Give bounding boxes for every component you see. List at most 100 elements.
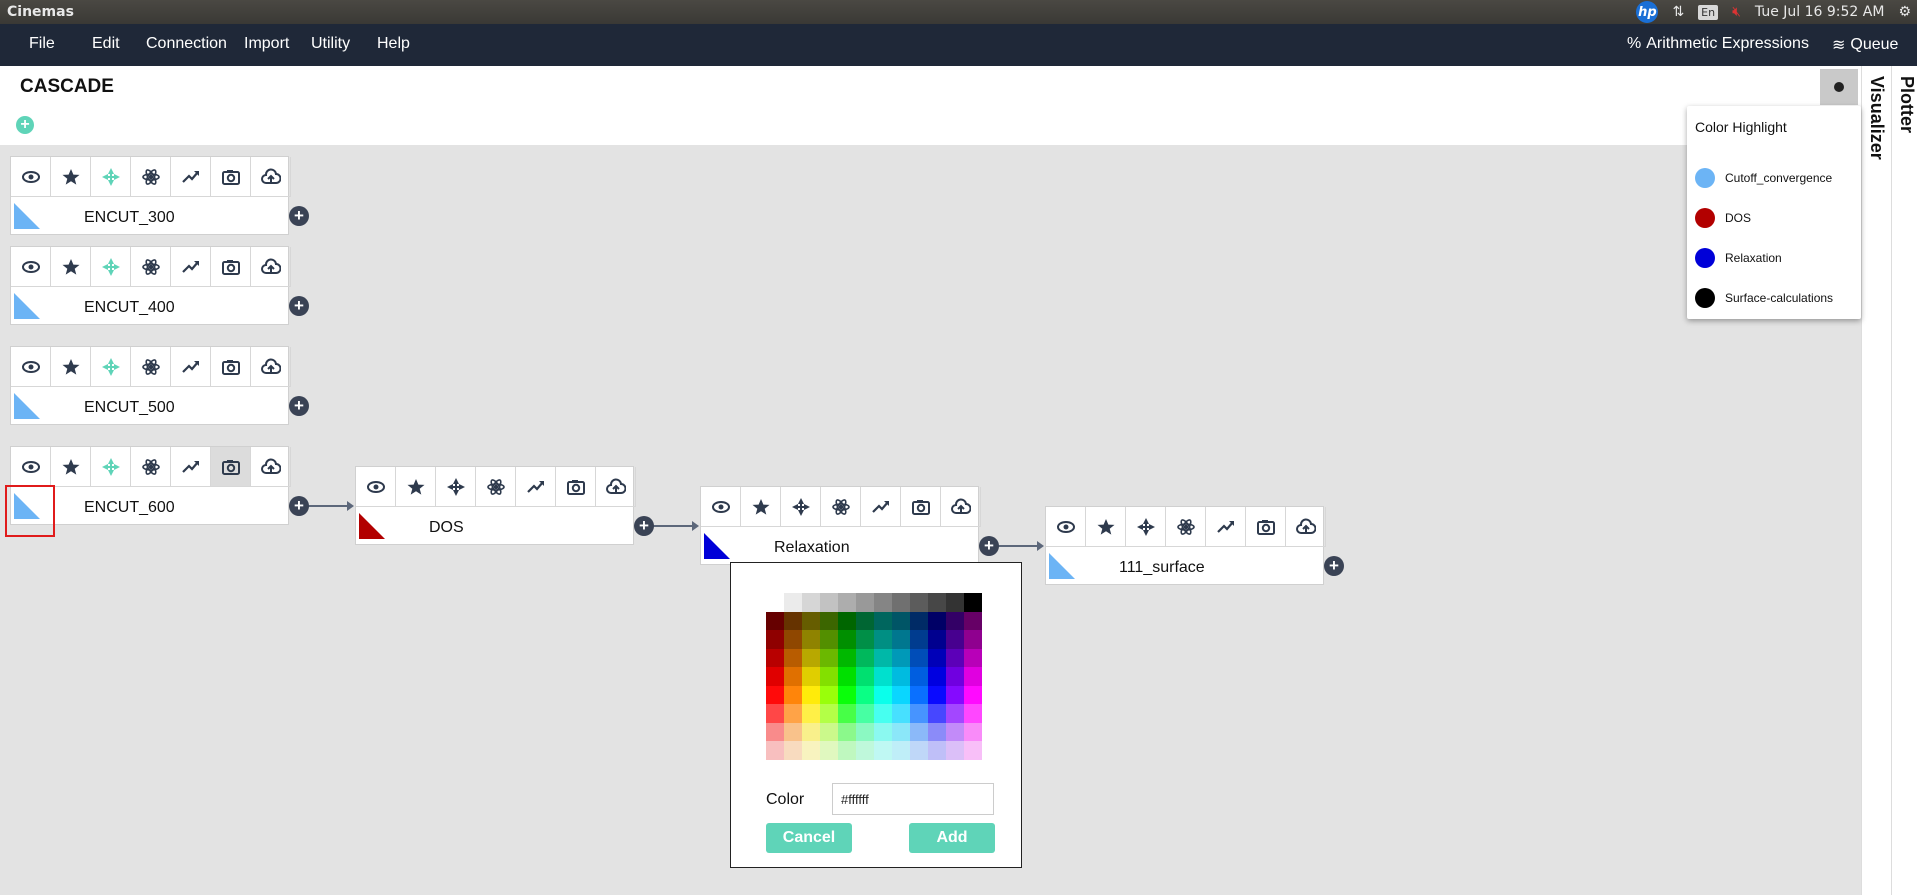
color-swatch[interactable]	[892, 630, 910, 649]
camera-button[interactable]	[901, 487, 941, 527]
menu-import[interactable]: Import	[244, 35, 289, 53]
node-color-triangle[interactable]	[704, 533, 730, 559]
node-add-child-button[interactable]: +	[289, 496, 309, 516]
color-swatch[interactable]	[802, 611, 820, 630]
clock[interactable]: Tue Jul 16 9:52 AM	[1755, 4, 1885, 20]
color-swatch[interactable]	[820, 685, 838, 704]
color-swatch[interactable]	[892, 704, 910, 723]
node-add-child-button[interactable]: +	[634, 516, 654, 536]
highlight-item-dos[interactable]: DOS	[1695, 208, 1751, 228]
color-swatch[interactable]	[766, 722, 784, 741]
color-swatch[interactable]	[964, 630, 982, 649]
color-swatch[interactable]	[766, 593, 784, 612]
queue-button[interactable]: ≋ Queue	[1832, 35, 1898, 55]
color-swatch[interactable]	[766, 741, 784, 760]
highlight-item-surface-calculations[interactable]: Surface-calculations	[1695, 288, 1833, 308]
color-swatch[interactable]	[820, 704, 838, 723]
settings-gear-icon[interactable]: ⚙	[1898, 4, 1911, 20]
color-swatch[interactable]	[802, 648, 820, 667]
move-button[interactable]	[91, 347, 131, 387]
color-swatch[interactable]	[874, 741, 892, 760]
color-swatch[interactable]	[910, 685, 928, 704]
menu-help[interactable]: Help	[377, 35, 410, 53]
color-swatch[interactable]	[838, 722, 856, 741]
color-swatch[interactable]	[838, 685, 856, 704]
network-icon[interactable]: ⇅	[1672, 4, 1684, 20]
color-swatch[interactable]	[874, 593, 892, 612]
color-swatch[interactable]	[964, 704, 982, 723]
color-swatch[interactable]	[946, 722, 964, 741]
color-swatch[interactable]	[784, 593, 802, 612]
camera-button[interactable]	[211, 347, 251, 387]
menu-file[interactable]: File	[29, 35, 55, 53]
cancel-button[interactable]: Cancel	[766, 823, 852, 853]
color-swatch[interactable]	[802, 741, 820, 760]
color-swatch[interactable]	[964, 741, 982, 760]
eye-button[interactable]	[11, 347, 51, 387]
color-swatch[interactable]	[856, 648, 874, 667]
color-swatch[interactable]	[802, 593, 820, 612]
color-swatch[interactable]	[766, 630, 784, 649]
trend-button[interactable]	[1206, 507, 1246, 547]
color-swatch[interactable]	[766, 611, 784, 630]
color-swatch[interactable]	[946, 593, 964, 612]
keyboard-layout-indicator[interactable]: En	[1698, 4, 1719, 20]
node-color-triangle[interactable]	[359, 513, 385, 539]
color-swatch[interactable]	[946, 648, 964, 667]
menu-edit[interactable]: Edit	[92, 35, 120, 53]
star-button[interactable]	[51, 157, 91, 197]
color-swatch[interactable]	[892, 685, 910, 704]
node-color-triangle[interactable]	[14, 203, 40, 229]
color-swatch[interactable]	[910, 722, 928, 741]
color-swatch[interactable]	[928, 667, 946, 686]
color-swatch[interactable]	[820, 722, 838, 741]
node-add-child-button[interactable]: +	[979, 536, 999, 556]
atom-button[interactable]	[131, 447, 171, 487]
color-swatch[interactable]	[856, 741, 874, 760]
color-swatch[interactable]	[946, 741, 964, 760]
node-color-triangle[interactable]	[14, 393, 40, 419]
color-swatch[interactable]	[892, 667, 910, 686]
color-swatch[interactable]	[964, 648, 982, 667]
color-swatch[interactable]	[820, 593, 838, 612]
color-swatch[interactable]	[784, 630, 802, 649]
color-swatch[interactable]	[928, 648, 946, 667]
color-swatch[interactable]	[766, 667, 784, 686]
color-swatch[interactable]	[856, 722, 874, 741]
star-button[interactable]	[741, 487, 781, 527]
color-swatch[interactable]	[874, 722, 892, 741]
color-swatch[interactable]	[910, 611, 928, 630]
camera-button[interactable]	[211, 247, 251, 287]
color-swatch[interactable]	[820, 648, 838, 667]
color-swatch[interactable]	[964, 667, 982, 686]
color-swatch[interactable]	[892, 741, 910, 760]
color-swatch[interactable]	[856, 630, 874, 649]
star-button[interactable]	[396, 467, 436, 507]
star-button[interactable]	[51, 247, 91, 287]
color-swatch[interactable]	[856, 685, 874, 704]
cloud-upload-button[interactable]	[941, 487, 981, 527]
eye-button[interactable]	[701, 487, 741, 527]
atom-button[interactable]	[131, 157, 171, 197]
eye-button[interactable]	[11, 247, 51, 287]
move-button[interactable]	[91, 447, 131, 487]
color-swatch[interactable]	[964, 685, 982, 704]
workflow-node[interactable]: DOS	[355, 466, 636, 545]
hp-logo-icon[interactable]: hp	[1636, 1, 1659, 23]
color-swatch[interactable]	[910, 741, 928, 760]
atom-button[interactable]	[1166, 507, 1206, 547]
color-swatch[interactable]	[910, 648, 928, 667]
atom-button[interactable]	[131, 247, 171, 287]
menu-utility[interactable]: Utility	[311, 35, 350, 53]
camera-button[interactable]	[1246, 507, 1286, 547]
atom-button[interactable]	[821, 487, 861, 527]
color-swatch[interactable]	[946, 667, 964, 686]
color-swatch[interactable]	[784, 685, 802, 704]
color-swatch[interactable]	[856, 611, 874, 630]
camera-button[interactable]	[556, 467, 596, 507]
node-add-child-button[interactable]: +	[289, 296, 309, 316]
color-swatch[interactable]	[928, 630, 946, 649]
color-swatch[interactable]	[928, 741, 946, 760]
workflow-node[interactable]: ENCUT_500	[10, 346, 291, 425]
volume-muted-icon[interactable]: 🔇︎	[1732, 4, 1741, 20]
